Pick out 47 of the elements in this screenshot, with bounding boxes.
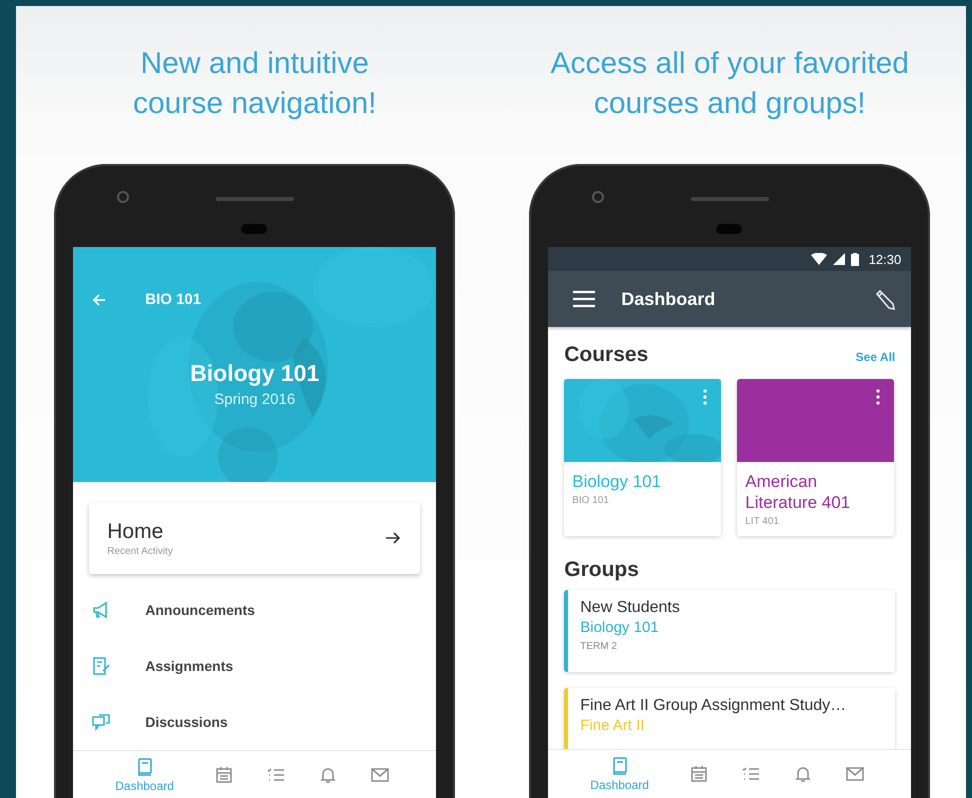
- wifi-icon: [810, 253, 827, 265]
- home-card[interactable]: Home Recent Activity: [89, 502, 420, 574]
- menu-button[interactable]: [572, 289, 596, 309]
- course-term: Spring 2016: [214, 391, 296, 408]
- more-options-icon[interactable]: [876, 389, 880, 405]
- edit-button[interactable]: [873, 288, 896, 310]
- course-code: BIO 101: [572, 495, 610, 506]
- sensor: [716, 224, 742, 234]
- camera-icon: [591, 190, 606, 204]
- headline: Access all of your favorited courses and groups!: [550, 46, 909, 122]
- group-card[interactable]: Fine Art II Group Assignment Study… Fine Art II: [564, 688, 896, 749]
- section-heading: Courses: [564, 343, 648, 367]
- group-term: TERM 2: [580, 641, 618, 652]
- course-card[interactable]: American Literature 401 LIT 401: [737, 379, 894, 536]
- headline: New and intuitive course navigation!: [132, 46, 376, 122]
- home-title: Home: [107, 520, 164, 544]
- calendar-icon: [214, 765, 234, 785]
- camera-icon: [116, 190, 130, 204]
- nav-tab[interactable]: [214, 765, 234, 785]
- calendar-icon: [688, 764, 709, 784]
- group-name: New Students: [580, 598, 680, 618]
- group-name: Fine Art II Group Assignment Study…: [580, 696, 846, 716]
- status-time: 12:30: [868, 252, 902, 266]
- pencil-icon: [873, 288, 896, 310]
- section-heading: Groups: [564, 558, 639, 582]
- menu-item[interactable]: Announcements: [89, 582, 420, 638]
- course-name: Biology 101: [572, 471, 662, 492]
- chat-icon: [91, 712, 112, 732]
- course-code: LIT 401: [745, 516, 780, 527]
- back-button[interactable]: [91, 292, 108, 308]
- home-subtitle: Recent Activity: [107, 546, 173, 556]
- signal-icon: [832, 253, 845, 265]
- menu-item[interactable]: Discussions: [89, 694, 420, 750]
- nav-tab[interactable]: [688, 764, 709, 784]
- back-arrow-icon: [91, 292, 108, 308]
- course-name: American Literature 401: [745, 471, 852, 513]
- document-icon: [91, 656, 112, 676]
- screen-title: Dashboard: [621, 288, 716, 310]
- sensor: [241, 224, 268, 234]
- menu-icon: [572, 289, 596, 309]
- group-course: Fine Art II: [580, 716, 646, 736]
- group-card[interactable]: New Students Biology 101 TERM 2: [564, 590, 896, 672]
- menu-item[interactable]: Assignments: [89, 638, 420, 694]
- group-course: Biology 101: [580, 618, 660, 638]
- course-title: Biology 101: [190, 360, 320, 387]
- course-code: BIO 101: [145, 291, 202, 308]
- battery-icon: [850, 252, 859, 266]
